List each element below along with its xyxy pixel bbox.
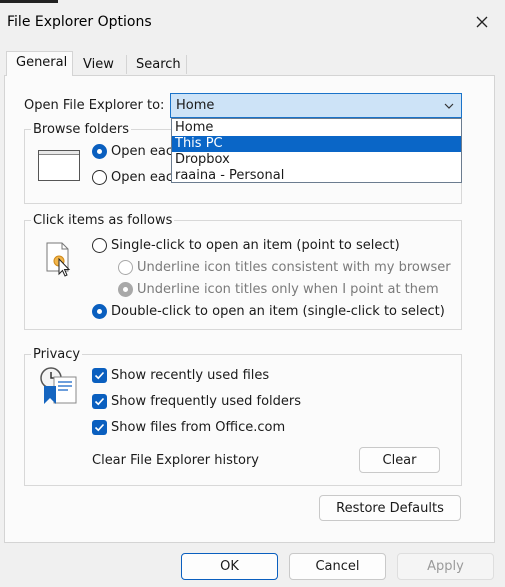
clear-history-button[interactable]: Clear — [359, 447, 440, 473]
tab-search[interactable]: Search — [127, 53, 187, 75]
tab-general[interactable]: General — [6, 51, 73, 76]
recent-files-checkbox[interactable] — [92, 368, 107, 383]
single-click-radio[interactable] — [92, 238, 107, 253]
checkmark-icon — [94, 423, 105, 432]
apply-button[interactable]: Apply — [397, 553, 494, 580]
single-click-label: Single-click to open an item (point to s… — [111, 238, 400, 253]
tab-search-label: Search — [136, 57, 181, 72]
dropdown-option-dropbox[interactable]: Dropbox — [172, 152, 461, 168]
tab-general-label: General — [16, 55, 68, 70]
clear-history-label: Clear File Explorer history — [92, 453, 259, 468]
office-files-checkbox[interactable] — [92, 420, 107, 435]
browse-own-window-radio[interactable] — [92, 170, 107, 185]
open-explorer-label: Open File Explorer to: — [24, 98, 165, 113]
underline-point-label: Underline icon titles only when I point … — [137, 282, 439, 297]
window-title: File Explorer Options — [7, 14, 152, 30]
restore-defaults-button[interactable]: Restore Defaults — [319, 495, 461, 521]
cancel-button[interactable]: Cancel — [289, 553, 386, 580]
office-files-label: Show files from Office.com — [111, 420, 286, 435]
double-click-label: Double-click to open an item (single-cli… — [111, 304, 445, 319]
click-items-title: Click items as follows — [31, 213, 175, 228]
underline-browser-radio[interactable] — [118, 260, 133, 275]
open-explorer-combobox[interactable]: Home — [170, 93, 462, 118]
privacy-history-icon — [40, 367, 77, 404]
close-icon — [476, 16, 488, 28]
tab-divider — [186, 55, 187, 74]
frequent-folders-checkbox[interactable] — [92, 394, 107, 409]
browse-folders-title: Browse folders — [31, 122, 131, 137]
privacy-title: Privacy — [31, 347, 83, 362]
underline-point-radio[interactable] — [118, 282, 133, 297]
ok-button[interactable]: OK — [181, 553, 278, 580]
window-preview-icon — [38, 150, 80, 181]
tab-view-label: View — [83, 57, 114, 72]
double-click-radio[interactable] — [92, 304, 107, 319]
underline-browser-label: Underline icon titles consistent with my… — [137, 260, 451, 275]
dropdown-option-home[interactable]: Home — [172, 120, 461, 136]
tab-view[interactable]: View — [74, 53, 126, 75]
dropdown-option-this-pc[interactable]: This PC — [172, 136, 461, 152]
recent-files-label: Show recently used files — [111, 368, 270, 383]
click-pointer-icon — [46, 242, 71, 277]
title-bar: File Explorer Options — [0, 0, 505, 44]
checkmark-icon — [94, 397, 105, 406]
close-button[interactable] — [468, 10, 496, 34]
frequent-folders-label: Show frequently used folders — [111, 394, 302, 409]
open-explorer-dropdown-list: Home This PC Dropbox raaina - Personal — [171, 118, 462, 183]
dropdown-option-personal[interactable]: raaina - Personal — [172, 168, 461, 184]
chevron-down-icon — [444, 103, 454, 109]
open-explorer-selected: Home — [176, 98, 215, 113]
browse-same-window-radio[interactable] — [92, 144, 107, 159]
checkmark-icon — [94, 371, 105, 380]
